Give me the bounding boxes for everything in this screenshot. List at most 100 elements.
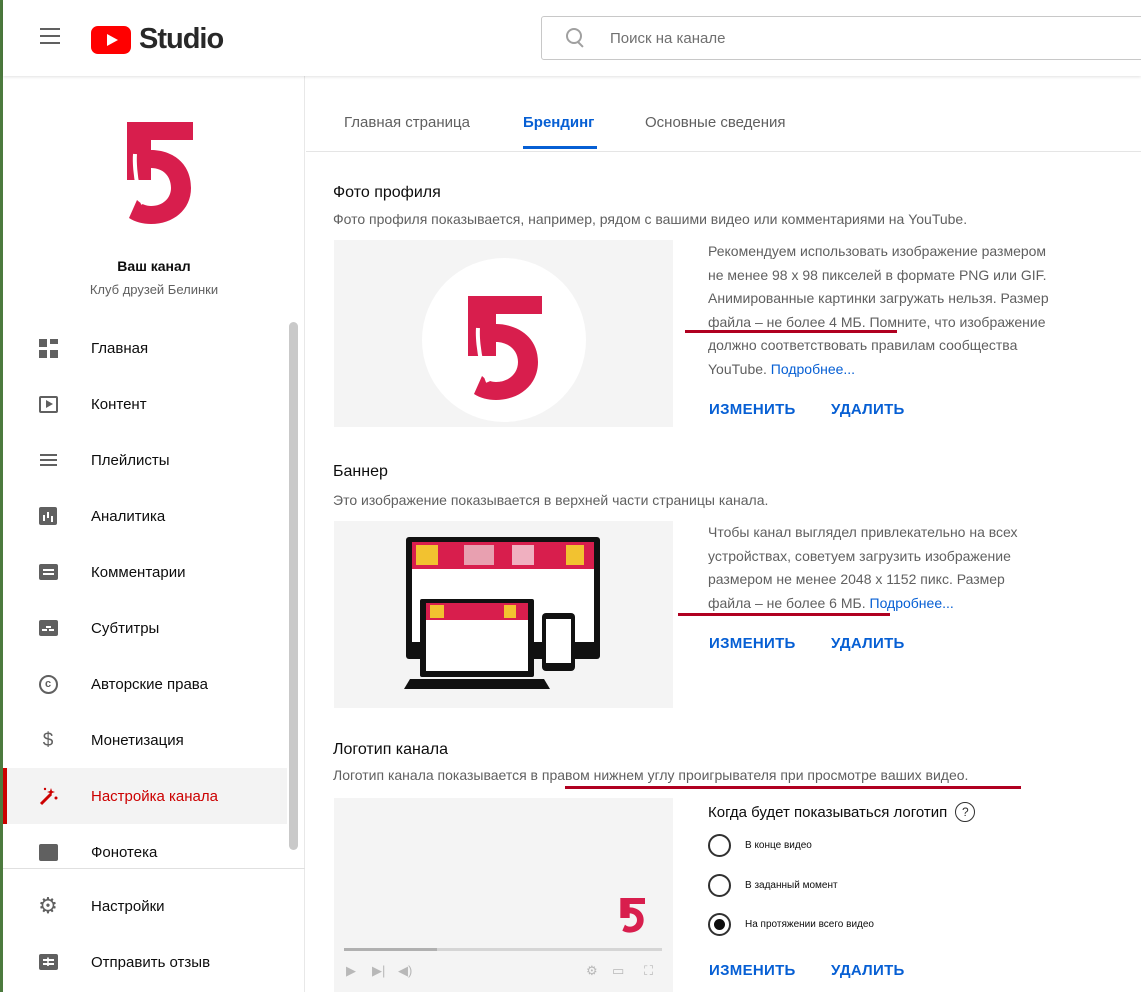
- dollar-icon: $: [42, 729, 54, 751]
- sidebar-item-content[interactable]: Контент: [3, 376, 287, 432]
- audio-library-icon: [37, 841, 59, 863]
- search-placeholder: Поиск на канале: [610, 29, 726, 47]
- banner-change-button[interactable]: ИЗМЕНИТЬ: [709, 635, 796, 652]
- banner-title: Баннер: [333, 463, 388, 480]
- your-channel-label: Ваш канал: [117, 258, 191, 274]
- sidebar: Ваш канал Клуб друзей Белинки Главная Ко…: [3, 76, 305, 992]
- sidebar-nav: Главная Контент Плейлисты Аналитика Комм…: [3, 320, 287, 880]
- volume-icon: ◀): [398, 963, 413, 978]
- logo-timing-label: Когда будет показываться логотип ?: [708, 802, 976, 822]
- radio-button[interactable]: [708, 834, 731, 857]
- top-bar: Studio Поиск на канале: [3, 0, 1141, 76]
- active-tab-indicator: [523, 146, 597, 149]
- next-icon: ▶|: [372, 963, 386, 978]
- logo-delete-button[interactable]: УДАЛИТЬ: [831, 962, 905, 979]
- sidebar-item-label: Контент: [91, 395, 147, 413]
- profile-photo-title: Фото профиля: [333, 184, 441, 201]
- radio-button[interactable]: [708, 913, 731, 936]
- radio-custom-time[interactable]: В заданный момент: [708, 874, 838, 897]
- radio-label: В конце видео: [745, 840, 812, 851]
- info-line: Чтобы канал выглядел привлекательно на в…: [708, 524, 1018, 540]
- logo-title: Логотип канала: [333, 741, 449, 758]
- learn-more-link[interactable]: Подробнее...: [870, 595, 954, 611]
- content-icon: [37, 393, 59, 415]
- sidebar-item-monetization[interactable]: $ Монетизация: [3, 712, 287, 768]
- logo-text: Studio: [139, 23, 224, 55]
- highlight-underline: [685, 330, 897, 333]
- sidebar-item-label: Главная: [91, 339, 149, 357]
- info-line: должно соответствовать правилам сообщест…: [708, 337, 1018, 353]
- sidebar-item-label: Настройки: [91, 897, 165, 915]
- devices-illustration: [404, 537, 600, 689]
- tab-basic-info[interactable]: Основные сведения: [645, 114, 786, 131]
- channel-avatar[interactable]: [113, 118, 203, 228]
- profile-photo-circle: [422, 258, 586, 422]
- sidebar-item-dashboard[interactable]: Главная: [3, 320, 287, 376]
- radio-label: В заданный момент: [745, 880, 838, 891]
- sidebar-item-feedback[interactable]: ! Отправить отзыв: [3, 934, 287, 990]
- magic-wand-icon: [37, 785, 59, 807]
- player-progress-bar[interactable]: [344, 948, 662, 951]
- sidebar-item-label: Монетизация: [91, 731, 184, 749]
- sidebar-item-label: Отправить отзыв: [91, 953, 211, 971]
- youtube-play-icon: [91, 25, 131, 54]
- info-line: файла – не более 6 МБ.: [708, 594, 866, 611]
- radio-label: На протяжении всего видео: [745, 919, 874, 930]
- playlists-icon: [37, 449, 59, 471]
- radio-end-of-video[interactable]: В конце видео: [708, 834, 812, 857]
- sidebar-item-audio-library[interactable]: Фонотека: [3, 824, 287, 880]
- feedback-icon: !: [37, 951, 59, 973]
- search-input[interactable]: Поиск на канале: [541, 16, 1141, 60]
- sidebar-item-playlists[interactable]: Плейлисты: [3, 432, 287, 488]
- sidebar-item-label: Настройка канала: [91, 787, 218, 805]
- sidebar-item-label: Аналитика: [91, 507, 166, 525]
- sidebar-item-label: Фонотека: [91, 843, 158, 861]
- sidebar-item-analytics[interactable]: Аналитика: [3, 488, 287, 544]
- highlight-underline: [678, 613, 890, 616]
- sidebar-item-subtitles[interactable]: Субтитры: [3, 600, 287, 656]
- sidebar-scrollbar[interactable]: [289, 322, 298, 850]
- banner-desc: Это изображение показывается в верхней ч…: [333, 492, 769, 508]
- subtitles-icon: [37, 617, 59, 639]
- sidebar-item-customization[interactable]: Настройка канала: [3, 768, 287, 824]
- logo-desc: Логотип канала показывается в правом ниж…: [333, 767, 969, 783]
- profile-photo-delete-button[interactable]: УДАЛИТЬ: [831, 401, 905, 418]
- radio-button[interactable]: [708, 874, 731, 897]
- radio-entire-video[interactable]: На протяжении всего видео: [708, 913, 874, 936]
- channel-name: Клуб друзей Белинки: [89, 282, 219, 297]
- play-icon: ▶: [346, 963, 356, 978]
- profile-photo-image: [468, 296, 542, 400]
- profile-photo-preview: [334, 240, 673, 427]
- sidebar-divider: [3, 868, 305, 869]
- fullscreen-icon: ⛶: [644, 963, 654, 978]
- sidebar-item-label: Авторские права: [91, 675, 208, 693]
- search-icon: [564, 27, 586, 49]
- analytics-icon: [37, 505, 59, 527]
- settings-icon: ⚙: [586, 963, 598, 978]
- copyright-icon: c: [37, 673, 59, 695]
- comments-icon: [37, 561, 59, 583]
- sidebar-item-copyright[interactable]: c Авторские права: [3, 656, 287, 712]
- sidebar-item-settings[interactable]: ⚙ Настройки: [3, 878, 287, 934]
- banner-delete-button[interactable]: УДАЛИТЬ: [831, 635, 905, 652]
- tab-home[interactable]: Главная страница: [344, 114, 470, 131]
- help-icon[interactable]: ?: [955, 802, 976, 822]
- studio-logo[interactable]: Studio: [91, 23, 224, 56]
- logo-change-button[interactable]: ИЗМЕНИТЬ: [709, 962, 796, 979]
- info-line: размером не менее 2048 х 1152 пикс. Разм…: [708, 571, 1005, 587]
- tab-bar: Главная страница Брендинг Основные сведе…: [306, 76, 1141, 152]
- menu-icon[interactable]: [40, 28, 60, 46]
- sidebar-item-comments[interactable]: Комментарии: [3, 544, 287, 600]
- tab-branding[interactable]: Брендинг: [523, 114, 594, 131]
- learn-more-link[interactable]: Подробнее...: [771, 361, 855, 377]
- watermark-logo: [620, 898, 645, 933]
- banner-preview: [334, 521, 673, 708]
- info-line: Анимированные картинки загружать нельзя.…: [708, 290, 1049, 306]
- banner-info: Чтобы канал выглядел привлекательно на в…: [708, 521, 1098, 615]
- profile-photo-change-button[interactable]: ИЗМЕНИТЬ: [709, 401, 796, 418]
- sidebar-item-label: Субтитры: [91, 619, 160, 637]
- info-line: устройствах, советуем загрузить изображе…: [708, 547, 1011, 564]
- player-preview: ▶ ▶| ◀) ⚙ ▭ ⛶: [334, 798, 673, 992]
- logo-timing-text: Когда будет показываться логотип: [708, 803, 948, 821]
- profile-photo-desc: Фото профиля показывается, например, ряд…: [333, 211, 968, 227]
